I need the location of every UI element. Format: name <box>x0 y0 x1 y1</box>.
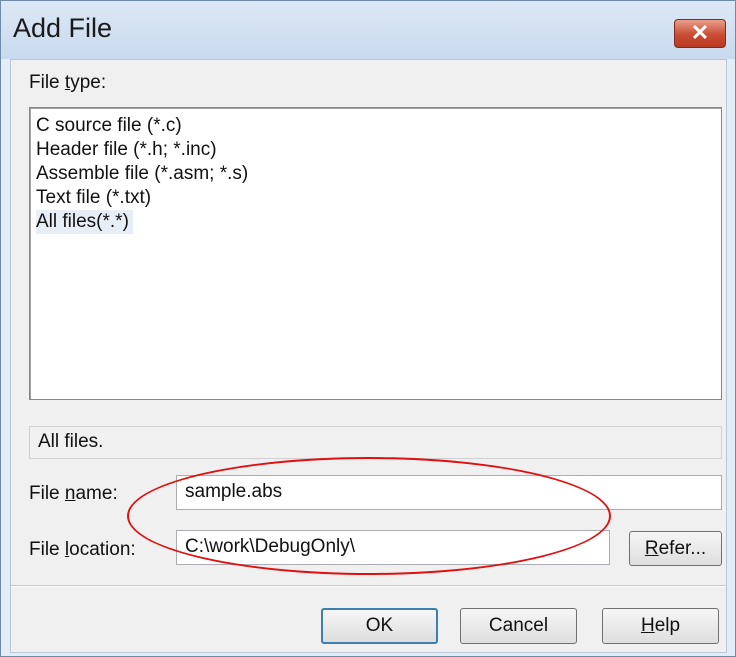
file-type-description: All files. <box>29 426 722 459</box>
file-type-list[interactable]: C source file (*.c) Header file (*.h; *.… <box>29 107 722 400</box>
close-button[interactable]: ✕ <box>674 19 726 48</box>
file-name-label: File name: <box>29 483 118 504</box>
file-location-field[interactable]: C:\work\DebugOnly\ <box>176 530 610 565</box>
file-type-label: File type: <box>29 72 107 93</box>
separator <box>11 585 726 587</box>
list-item-c-source[interactable]: C source file (*.c) <box>36 114 186 138</box>
file-name-field[interactable]: sample.abs <box>176 475 722 510</box>
cancel-button[interactable]: Cancel <box>460 608 577 644</box>
file-location-label: File location: <box>29 539 136 560</box>
list-item-header[interactable]: Header file (*.h; *.inc) <box>36 138 221 162</box>
list-item-assemble[interactable]: Assemble file (*.asm; *.s) <box>36 162 252 186</box>
dialog-title: Add File <box>13 13 113 43</box>
list-item-text[interactable]: Text file (*.txt) <box>36 186 155 210</box>
title-bar[interactable]: Add File ✕ <box>1 1 735 59</box>
list-item-all-files[interactable]: All files(*.*) <box>36 210 133 234</box>
help-button[interactable]: Help <box>602 608 719 644</box>
dialog-body: File type: C source file (*.c) Header fi… <box>10 59 727 653</box>
refer-button[interactable]: Refer... <box>629 531 722 566</box>
ok-button[interactable]: OK <box>321 608 438 644</box>
close-icon: ✕ <box>690 20 710 45</box>
add-file-dialog: Add File ✕ File type: C source file (*.c… <box>0 0 736 657</box>
